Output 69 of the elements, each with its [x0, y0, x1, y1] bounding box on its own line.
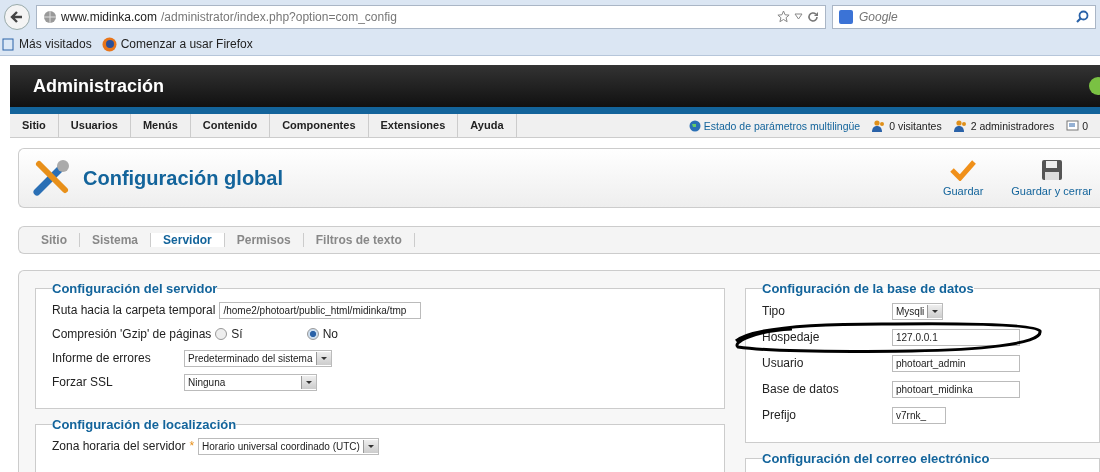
bookmark-link[interactable]: Comenzar a usar Firefox	[101, 36, 253, 52]
users-icon	[953, 119, 968, 132]
header-title: Administración	[33, 75, 166, 97]
status-item[interactable]: Estado de parámetros multilingüe	[688, 119, 861, 132]
section-legend: Configuración de localización	[52, 417, 237, 432]
toolbar-button[interactable]: Guardar y cerrar	[1003, 159, 1100, 197]
section-legend: Configuración del servidor	[52, 281, 218, 296]
menu-item[interactable]: Menús	[130, 114, 191, 137]
tab[interactable]: Servidor	[151, 233, 225, 247]
check-icon	[950, 159, 977, 181]
radio-button[interactable]	[215, 328, 228, 340]
field-label: Ruta hacia la carpeta temporal	[52, 303, 216, 317]
reload-icon[interactable]	[807, 10, 819, 23]
url-host: www.midinka.com	[61, 9, 158, 24]
section-legend: Configuración de la base de datos	[762, 281, 974, 296]
messages-icon	[1066, 120, 1080, 131]
dropdown[interactable]: Mysqli	[892, 302, 944, 320]
menu-item[interactable]: Componentes	[270, 114, 369, 137]
field-label: Prefijo	[762, 408, 796, 422]
globe-icon	[43, 9, 57, 24]
back-button[interactable]	[4, 3, 30, 30]
search-icon[interactable]	[1076, 10, 1089, 23]
star-icon[interactable]	[777, 10, 790, 23]
menu-item[interactable]: Usuarios	[58, 114, 131, 137]
status-item[interactable]: 0	[1066, 119, 1088, 132]
text-field[interactable]: v7rnk_	[892, 406, 946, 424]
url-path: /administrator/index.php?option=com_config	[161, 9, 397, 24]
field-label: Compresión 'Gzip' de páginas	[52, 327, 212, 341]
page-title: Configuración global	[83, 166, 283, 190]
users-icon	[872, 119, 887, 132]
text-field[interactable]: photoart_midinka	[892, 380, 1020, 398]
text-field[interactable]: photoart_admin	[892, 354, 1020, 372]
caret-icon	[301, 375, 316, 389]
google-logo-icon	[839, 9, 853, 24]
field-label: Zona horaria del servidor	[52, 439, 186, 453]
status-item[interactable]: 2 administradores	[953, 119, 1055, 132]
dropdown[interactable]: Ninguna	[184, 373, 317, 391]
menu-item[interactable]: Sitio	[10, 114, 59, 137]
caret-icon	[315, 351, 331, 365]
search-box[interactable]: Google	[832, 4, 1096, 29]
toolbar-button[interactable]: Guardar	[934, 159, 992, 197]
tools-icon	[31, 158, 71, 198]
caret-icon	[927, 304, 943, 318]
required-mark: *	[189, 439, 195, 453]
radio-option[interactable]: No	[306, 327, 339, 341]
menu-item[interactable]: Contenido	[190, 114, 271, 137]
field-label: Usuario	[762, 356, 804, 370]
bookmark-link[interactable]: Más visitados	[2, 37, 92, 51]
radio-option[interactable]: Sí	[215, 327, 243, 341]
firefox-icon	[101, 36, 117, 52]
address-bar[interactable]: www.midinka.com /administrator/index.php?option=com_config	[36, 4, 826, 29]
text-field[interactable]: 127.0.0.1	[892, 328, 1020, 346]
menu-item[interactable]: Extensiones	[368, 114, 459, 137]
back-arrow-icon	[9, 8, 25, 25]
field-label: Hospedaje	[762, 330, 820, 344]
field-label: Forzar SSL	[52, 375, 114, 389]
section-legend: Configuración del correo electrónico	[762, 451, 990, 466]
menu-item[interactable]: Ayuda	[458, 114, 517, 137]
status-item[interactable]: 0 visitantes	[872, 119, 942, 132]
dropdown-icon[interactable]	[794, 13, 803, 20]
field-label: Base de datos	[762, 382, 839, 396]
globe-icon	[688, 119, 701, 132]
dropdown[interactable]: Predeterminado del sistema	[184, 349, 332, 367]
field-label: Informe de errores	[52, 351, 152, 365]
caret-icon	[362, 439, 378, 453]
dropdown[interactable]: Horario universal coordinado (UTC)	[198, 437, 379, 455]
radio-button[interactable]	[306, 328, 319, 340]
text-field[interactable]: /home2/photoart/public_html/midinka/tmp	[219, 301, 422, 319]
field-label: Tipo	[762, 304, 785, 318]
